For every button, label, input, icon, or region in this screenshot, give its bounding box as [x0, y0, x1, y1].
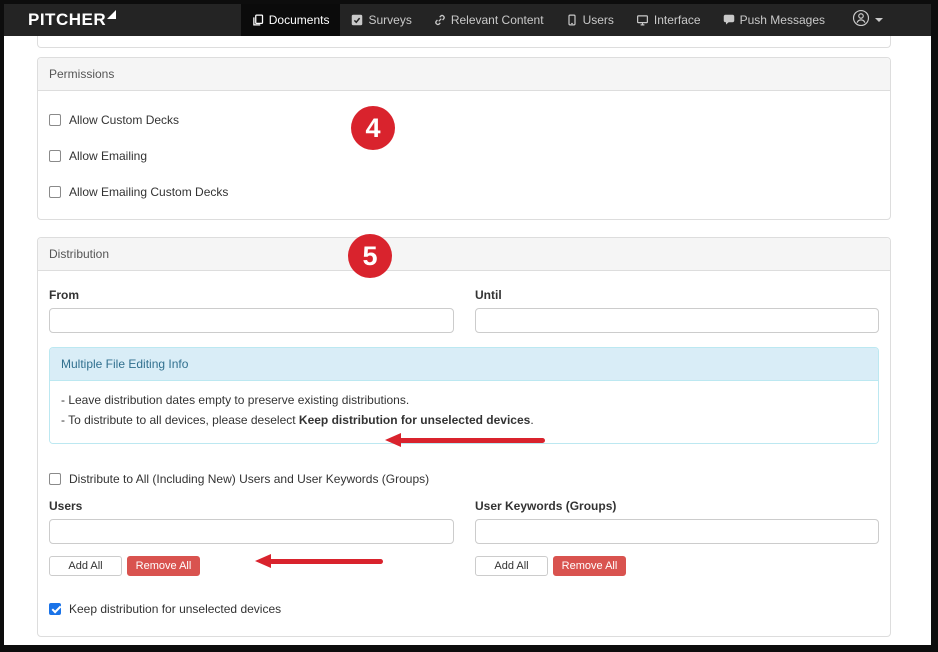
nav-label: Surveys [368, 13, 411, 27]
checkbox-label: Allow Emailing Custom Decks [69, 185, 228, 199]
annotation-badge-4: 4 [351, 106, 395, 150]
link-icon [434, 14, 446, 26]
allow-custom-decks-row: Allow Custom Decks [49, 113, 879, 127]
logo-text: PITCHER [28, 10, 106, 30]
nav-label: Users [583, 13, 614, 27]
users-add-all-button[interactable]: Add All [49, 556, 122, 576]
nav-item-documents[interactable]: Documents [241, 4, 341, 36]
arrow-line [399, 438, 545, 443]
annotation-arrow-distribute [385, 433, 545, 447]
checkbox-label: Keep distribution for unselected devices [69, 602, 281, 616]
user-keywords-input[interactable] [475, 519, 879, 544]
from-label: From [49, 288, 454, 302]
device-icon [566, 14, 578, 26]
keep-distribution-checkbox[interactable] [49, 603, 61, 615]
checkbox-label: Distribute to All (Including New) Users … [69, 472, 429, 486]
nav-item-relevant-content[interactable]: Relevant Content [423, 4, 555, 36]
surveys-icon [351, 14, 363, 26]
distribution-panel-title: Distribution [38, 238, 890, 271]
pitcher-logo[interactable]: PITCHER [28, 4, 116, 36]
checkbox-label: Allow Emailing [69, 149, 147, 163]
allow-custom-decks-checkbox[interactable] [49, 114, 61, 126]
checkbox-label: Allow Custom Decks [69, 113, 179, 127]
users-input[interactable] [49, 519, 454, 544]
info-line-2: - To distribute to all devices, please d… [61, 411, 867, 431]
multiple-file-editing-info-box: Multiple File Editing Info - Leave distr… [49, 347, 879, 444]
page: PITCHER Documents Surv [0, 0, 938, 652]
main-content: Permissions Allow Custom Decks Allow Ema… [4, 36, 931, 652]
nav-item-interface[interactable]: Interface [625, 4, 712, 36]
account-icon [852, 9, 870, 32]
user-keywords-label: User Keywords (Groups) [475, 499, 879, 513]
speech-bubble-icon [723, 14, 735, 26]
previous-panel-edge [37, 36, 891, 48]
annotation-arrow-keep [255, 554, 383, 568]
nav-item-surveys[interactable]: Surveys [340, 4, 422, 36]
arrow-line [269, 559, 383, 564]
distribute-to-all-row: Distribute to All (Including New) Users … [49, 472, 879, 486]
until-label: Until [475, 288, 879, 302]
info-line-2-text: - To distribute to all devices, please d… [61, 413, 299, 427]
monitor-icon [636, 14, 649, 26]
nav-label: Interface [654, 13, 701, 27]
allow-emailing-row: Allow Emailing [49, 149, 879, 163]
users-remove-all-button[interactable]: Remove All [127, 556, 200, 576]
nav-label: Documents [269, 13, 330, 27]
from-date-input[interactable] [49, 308, 454, 333]
info-box-title: Multiple File Editing Info [50, 348, 878, 381]
allow-emailing-custom-decks-row: Allow Emailing Custom Decks [49, 185, 879, 199]
logo-flag-icon [107, 10, 116, 19]
nav-label: Relevant Content [451, 13, 544, 27]
permissions-panel: Permissions Allow Custom Decks Allow Ema… [37, 57, 891, 220]
permissions-panel-title: Permissions [38, 58, 890, 91]
allow-emailing-checkbox[interactable] [49, 150, 61, 162]
annotation-badge-5: 5 [348, 234, 392, 278]
top-navbar: PITCHER Documents Surv [4, 4, 931, 36]
account-menu[interactable] [842, 4, 893, 36]
nav-menu: Documents Surveys [241, 4, 836, 36]
nav-label: Push Messages [740, 13, 825, 27]
distribute-to-all-checkbox[interactable] [49, 473, 61, 485]
documents-icon [252, 14, 264, 26]
users-label: Users [49, 499, 454, 513]
info-line-1: - Leave distribution dates empty to pres… [61, 391, 867, 411]
nav-item-push-messages[interactable]: Push Messages [712, 4, 836, 36]
keywords-remove-all-button[interactable]: Remove All [553, 556, 626, 576]
info-line-2-bold: Keep distribution for unselected devices [299, 413, 530, 427]
chevron-down-icon [875, 18, 883, 22]
keep-distribution-row: Keep distribution for unselected devices [49, 602, 879, 616]
info-line-2-period: . [530, 413, 533, 427]
allow-emailing-custom-decks-checkbox[interactable] [49, 186, 61, 198]
keywords-add-all-button[interactable]: Add All [475, 556, 548, 576]
nav-item-users[interactable]: Users [555, 4, 625, 36]
until-date-input[interactable] [475, 308, 879, 333]
